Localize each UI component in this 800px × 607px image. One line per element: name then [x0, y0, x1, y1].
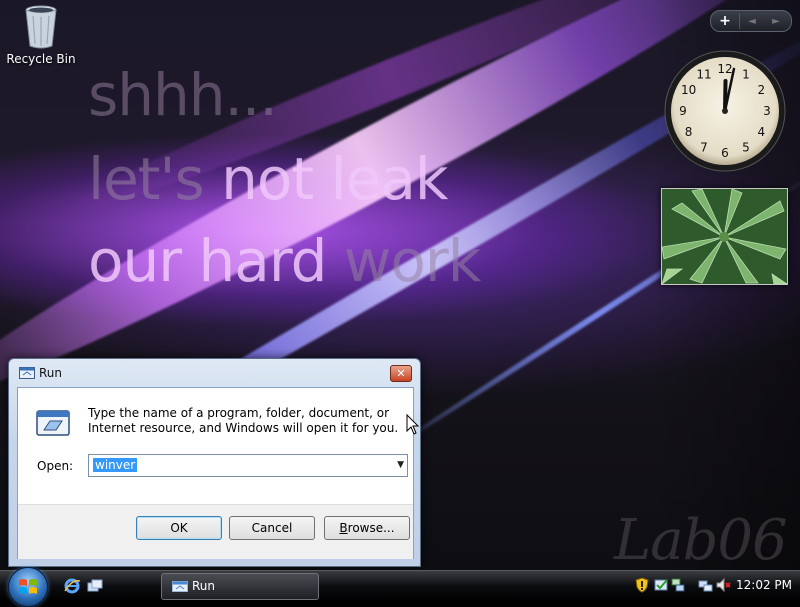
network-connection-icon[interactable] — [698, 577, 714, 593]
cancel-button[interactable]: Cancel — [229, 516, 315, 540]
wallpaper-text-line-2: let's not leak — [88, 150, 449, 208]
clock-number: 11 — [696, 68, 711, 82]
browse-mnemonic: B — [339, 521, 348, 535]
browse-button[interactable]: Browse... — [324, 516, 410, 540]
run-dialog-title: Run — [39, 366, 63, 380]
clock-number: 12 — [717, 62, 732, 76]
internet-explorer-icon[interactable] — [63, 577, 81, 595]
taskbar-button-label: Run — [192, 579, 216, 593]
clock-number: 1 — [742, 68, 750, 82]
ok-button[interactable]: OK — [136, 516, 222, 540]
network-icon[interactable] — [670, 577, 686, 593]
recycle-bin-icon — [25, 5, 57, 49]
clock-time[interactable]: 12:02 PM — [736, 578, 792, 592]
close-icon: ✕ — [396, 367, 406, 380]
clock-number: 8 — [685, 125, 693, 139]
clock-number: 6 — [721, 146, 729, 160]
clock-gadget[interactable]: 12 12 3 45678 9 1011 — [664, 50, 786, 172]
wallpaper-text-fragment: work — [343, 227, 481, 295]
add-gadget-button[interactable]: + — [711, 13, 740, 29]
clock-number: 2 — [758, 83, 766, 97]
wallpaper-text-fragment: let's — [88, 145, 222, 213]
close-button[interactable]: ✕ — [390, 365, 412, 382]
open-input-value[interactable]: winver — [93, 458, 138, 472]
wallpaper-text-line-1: shhh... — [88, 61, 278, 129]
run-dialog-body: Type the name of a program, folder, docu… — [17, 387, 414, 559]
clock-number: 3 — [763, 104, 771, 118]
recycle-bin-label: Recycle Bin — [6, 52, 76, 66]
run-dialog-titlebar[interactable]: Run ✕ — [9, 359, 420, 387]
next-page-button[interactable]: ► — [764, 16, 788, 27]
windows-logo-icon — [19, 579, 37, 594]
clock-number: 9 — [679, 104, 687, 118]
slideshow-gadget-photo[interactable] — [661, 188, 788, 285]
run-program-icon — [36, 410, 70, 436]
wallpaper-watermark: Lab06 — [614, 508, 788, 570]
chevron-down-icon[interactable]: ▼ — [397, 460, 404, 470]
run-description: Type the name of a program, folder, docu… — [88, 406, 399, 435]
open-label: Open: — [37, 459, 74, 473]
open-combobox[interactable]: winver ▼ — [88, 454, 408, 477]
switch-windows-icon[interactable] — [86, 577, 104, 595]
windows-update-icon[interactable] — [654, 577, 670, 593]
clock-number: 5 — [742, 140, 750, 154]
security-shield-icon[interactable] — [634, 577, 650, 593]
taskbar: Run 12:02 PM — [0, 567, 800, 607]
gadget-controls: + ◄ ► — [710, 10, 792, 32]
wallpaper-text-fragment: our hard — [88, 227, 344, 295]
browse-label: rowse... — [347, 521, 395, 535]
clock-number: 10 — [681, 83, 696, 97]
mouse-cursor-icon — [406, 414, 420, 435]
run-dialog: Run ✕ Type the name of a program, folder… — [8, 358, 421, 567]
clock-number: 7 — [700, 140, 708, 154]
clock-number: 4 — [758, 125, 766, 139]
start-button[interactable] — [8, 567, 48, 607]
run-icon — [172, 581, 188, 592]
wallpaper-text-fragment: not leak — [221, 145, 448, 213]
previous-page-button[interactable]: ◄ — [740, 16, 764, 27]
taskbar-button-run[interactable]: Run — [161, 573, 319, 600]
recycle-bin-shortcut[interactable]: Recycle Bin — [6, 4, 76, 66]
volume-muted-icon[interactable] — [716, 577, 732, 593]
run-icon — [19, 367, 35, 379]
wallpaper-text-line-3: our hard work — [88, 232, 481, 290]
